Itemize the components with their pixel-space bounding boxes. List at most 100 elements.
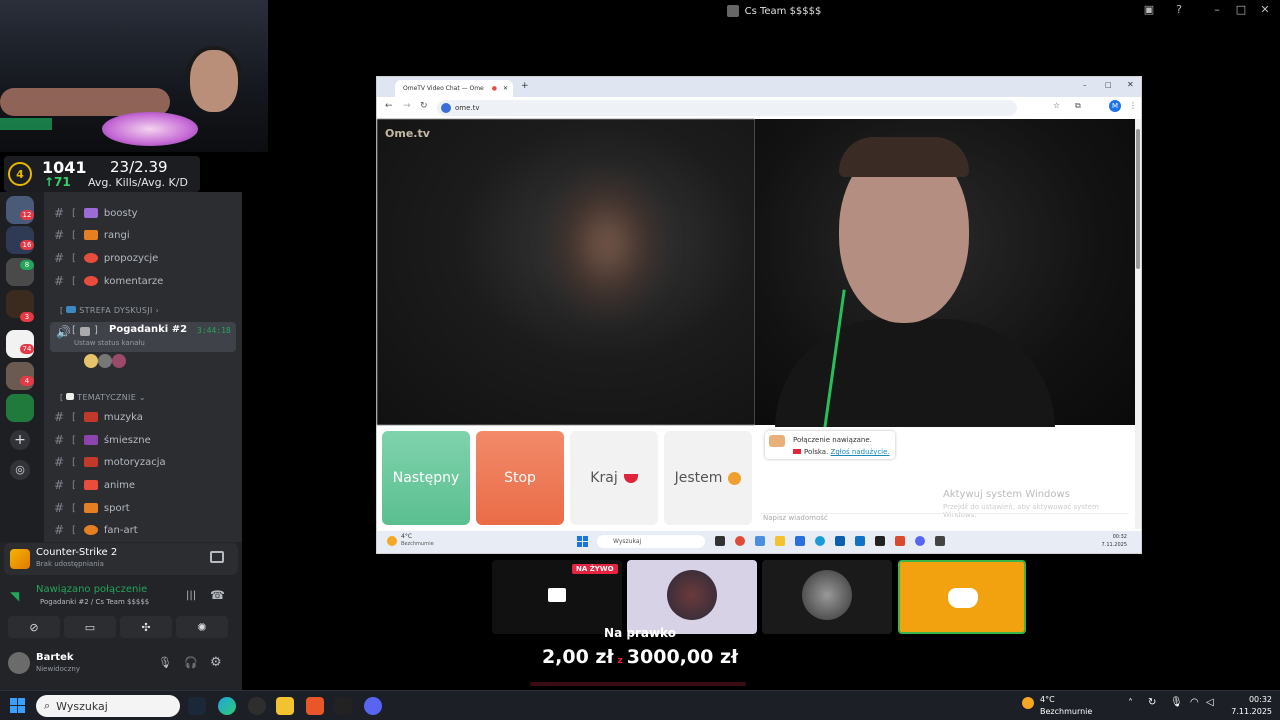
bookmark-star-icon[interactable]: ☆ <box>1053 101 1060 110</box>
voice-status[interactable]: Ustaw status kanału <box>74 339 145 347</box>
new-tab-button[interactable]: + <box>521 81 529 91</box>
maximize-button[interactable]: □ <box>1233 3 1249 16</box>
next-button[interactable]: Następny <box>382 431 470 525</box>
stop-button[interactable]: Stop <box>476 431 564 525</box>
inner-app-icon[interactable] <box>755 536 765 546</box>
inner-chrome-icon[interactable] <box>735 536 745 546</box>
disconnect-icon[interactable]: ☎ <box>210 588 225 602</box>
profile-avatar[interactable]: M <box>1109 100 1121 112</box>
report-abuse-link[interactable]: Zgłoś nadużycie. <box>831 448 890 456</box>
gender-button[interactable]: Jestem <box>664 431 752 525</box>
reload-icon[interactable]: ↻ <box>420 101 428 111</box>
user-avatar[interactable] <box>8 652 30 674</box>
channel-rangi[interactable]: #[rangi <box>54 225 130 245</box>
help-icon[interactable]: ? <box>1171 3 1187 16</box>
start-icon[interactable] <box>10 698 26 714</box>
windows-taskbar: ⌕ Wyszukaj 4°C Bezchmurnie ˄ ↻ 🎙 ◠ ◁ 00:3… <box>0 690 1280 720</box>
taskbar-search[interactable]: ⌕ Wyszukaj <box>36 695 180 717</box>
connection-status[interactable]: Nawiązano połączenie <box>36 584 147 595</box>
channel-propozycje[interactable]: #[propozycje <box>54 248 158 268</box>
settings-gear-icon[interactable]: ⚙ <box>210 655 222 670</box>
explore-icon[interactable]: ◎ <box>10 460 30 480</box>
inner-app-icon[interactable] <box>895 536 905 546</box>
discord-tile[interactable] <box>898 560 1026 634</box>
inner-app-icon[interactable] <box>875 536 885 546</box>
microphone-icon[interactable]: 🎙 <box>158 656 172 669</box>
inner-discord-icon[interactable] <box>915 536 925 546</box>
voice-user-avatar[interactable] <box>84 354 98 368</box>
channel-anime[interactable]: #[anime <box>54 475 135 495</box>
voice-channel-active[interactable]: 🔊 [ ] Pogadanki #2 3:44:18 Ustaw status … <box>50 322 236 352</box>
inner-outlook-icon[interactable] <box>855 536 865 546</box>
inner-task-icon[interactable] <box>715 536 725 546</box>
participant-tile[interactable] <box>627 560 757 634</box>
page-scrollbar[interactable] <box>1135 119 1141 529</box>
user-status: Niewidoczny <box>36 665 80 673</box>
hash-icon: # <box>54 433 65 447</box>
inner-explorer-icon[interactable] <box>775 536 785 546</box>
channel-motoryzacja[interactable]: #[motoryzacja <box>54 452 166 472</box>
back-icon[interactable]: ← <box>385 101 393 111</box>
forward-icon[interactable]: → <box>403 101 411 111</box>
activities-icon[interactable]: ✣ <box>120 616 172 638</box>
inner-search-box[interactable]: Wyszukaj <box>597 535 705 548</box>
activity-card[interactable]: Counter-Strike 2 Brak udostępniania <box>4 543 238 575</box>
tab-close-icon[interactable]: ✕ <box>503 85 508 92</box>
connection-sub[interactable]: Pogadanki #2 / Cs Team $$$$$ <box>40 598 149 606</box>
participant-tile[interactable] <box>762 560 892 634</box>
inner-app-icon[interactable] <box>835 536 845 546</box>
tray-chevron-icon[interactable]: ˄ <box>1128 698 1133 709</box>
browser-minimize-button[interactable]: – <box>1083 81 1087 89</box>
category-strefa-dyskusji[interactable]: [ STREFA DYSKUSJI › <box>60 306 159 315</box>
screen-share-tile[interactable]: NA ŻYWO <box>492 560 622 634</box>
extensions-icon[interactable]: ⧉ <box>1075 101 1081 111</box>
sync-icon[interactable]: ↻ <box>1148 697 1156 708</box>
site-info-icon[interactable] <box>441 103 451 113</box>
browser-close-button[interactable]: ✕ <box>1127 80 1134 89</box>
wifi-icon[interactable]: ◠ <box>1190 697 1199 708</box>
screen-share-icon[interactable] <box>210 551 224 563</box>
noise-suppression-icon[interactable]: ||| <box>186 590 196 601</box>
scrollbar-thumb[interactable] <box>1136 129 1140 269</box>
inner-app-icon[interactable] <box>795 536 805 546</box>
country-button[interactable]: Kraj <box>570 431 658 525</box>
chat-input[interactable]: Napisz wiadomość <box>761 513 1129 525</box>
inner-start-icon[interactable] <box>577 536 589 548</box>
app-icon[interactable] <box>334 697 352 715</box>
screen-share-button[interactable]: ▭ <box>64 616 116 638</box>
username[interactable]: Bartek <box>36 652 74 663</box>
file-explorer-icon[interactable] <box>276 697 294 715</box>
clock[interactable]: 00:32 7.11.2025 <box>1226 694 1272 718</box>
channel-sport[interactable]: #[sport <box>54 498 130 518</box>
channel-boosty[interactable]: #[boosty <box>54 203 138 223</box>
app-icon[interactable] <box>248 697 266 715</box>
minimize-button[interactable]: – <box>1209 3 1225 16</box>
inbox-icon[interactable]: ▣ <box>1141 3 1157 16</box>
soundboard-icon[interactable]: ✺ <box>176 616 228 638</box>
browser-menu-icon[interactable]: ⋮ <box>1129 101 1137 110</box>
url-input[interactable]: ome.tv <box>437 100 1017 116</box>
close-button[interactable]: ✕ <box>1257 3 1273 16</box>
channel-komentarze[interactable]: #[komentarze <box>54 271 163 291</box>
steam-icon[interactable] <box>188 697 206 715</box>
browser-tab[interactable]: OmeTV Video Chat — Ome ● ✕ <box>395 80 513 97</box>
voice-user-avatar[interactable] <box>112 354 126 368</box>
channel-muzyka[interactable]: #[muzyka <box>54 407 143 427</box>
headphones-icon[interactable]: 🎧 <box>184 656 198 669</box>
server-icon[interactable] <box>6 394 34 422</box>
inner-edge-icon[interactable] <box>815 536 825 546</box>
voice-user-avatar[interactable] <box>98 354 112 368</box>
camera-off-icon[interactable]: ⊘ <box>8 616 60 638</box>
inner-app-icon[interactable] <box>935 536 945 546</box>
mic-tray-icon[interactable]: 🎙 <box>1170 697 1183 708</box>
weather-widget[interactable]: 4°C Bezchmurnie <box>1040 694 1092 718</box>
discord-icon[interactable] <box>364 697 382 715</box>
channel-smieszne[interactable]: #[śmieszne <box>54 430 151 450</box>
edge-icon[interactable] <box>218 697 236 715</box>
category-tematycznie[interactable]: [ TEMATYCZNIE ⌄ <box>60 393 146 402</box>
brave-icon[interactable] <box>306 697 324 715</box>
channel-fan-art[interactable]: #[fan-art <box>54 520 138 540</box>
volume-icon[interactable]: ◁ <box>1206 697 1214 708</box>
add-server-icon[interactable]: + <box>10 430 30 450</box>
browser-maximize-button[interactable]: □ <box>1105 81 1112 89</box>
